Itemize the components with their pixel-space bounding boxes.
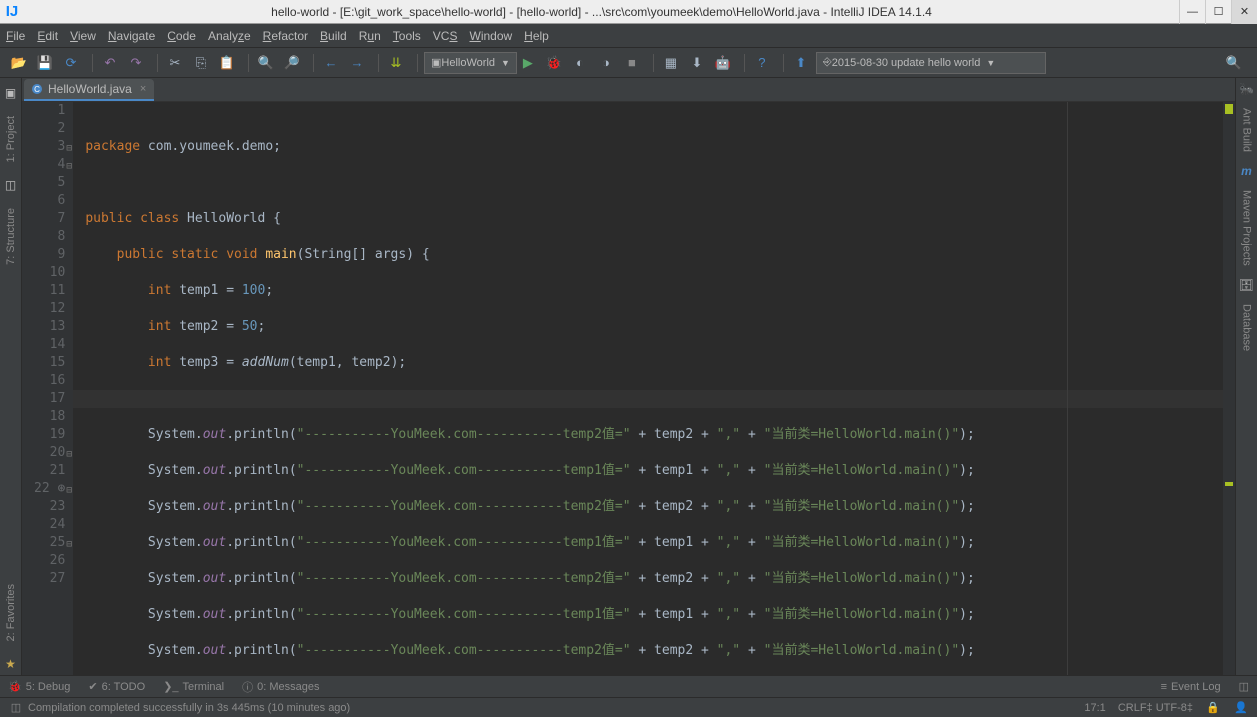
status-message: Compilation completed successfully in 3s… xyxy=(28,702,350,714)
status-lock-icon[interactable]: 🔒 xyxy=(1205,701,1221,714)
status-bar: ◫ Compilation completed successfully in … xyxy=(0,697,1257,717)
menu-bar: File Edit View Navigate Code Analyze Ref… xyxy=(0,24,1257,48)
save-icon[interactable]: 💾 xyxy=(34,52,56,74)
database-tool-icon[interactable]: 🗄 xyxy=(1239,278,1254,292)
tool-maven[interactable]: Maven Projects xyxy=(1241,190,1253,266)
menu-help[interactable]: Help xyxy=(524,29,549,43)
menu-view[interactable]: View xyxy=(70,29,96,43)
ant-tool-icon[interactable]: 🐜 xyxy=(1239,82,1254,96)
cut-icon[interactable]: ✂ xyxy=(164,52,186,74)
fold-icon[interactable]: ⊟ xyxy=(66,482,72,500)
tool-todo[interactable]: ✔6: TODO xyxy=(88,680,145,693)
tab-label: HelloWorld.java xyxy=(48,82,132,96)
build-icon[interactable]: ⇊ xyxy=(385,52,407,74)
menu-code[interactable]: Code xyxy=(167,29,196,43)
close-button[interactable]: ✕ xyxy=(1231,0,1257,24)
window-titlebar: IJ hello-world - [E:\git_work_space\hell… xyxy=(0,0,1257,24)
sync-icon[interactable]: ⟳ xyxy=(60,52,82,74)
structure-tool-icon[interactable]: ◫ xyxy=(5,178,16,192)
redo-icon[interactable]: ↷ xyxy=(125,52,147,74)
forward-icon[interactable]: → xyxy=(346,52,368,74)
open-icon[interactable]: 📂 xyxy=(8,52,30,74)
menu-refactor[interactable]: Refactor xyxy=(263,29,308,43)
paste-icon[interactable]: 📋 xyxy=(216,52,238,74)
menu-file[interactable]: File xyxy=(6,29,25,43)
fold-icon[interactable]: ⊟ xyxy=(66,536,72,554)
tool-window-toggle-icon[interactable]: ◫ xyxy=(1239,680,1249,693)
menu-navigate[interactable]: Navigate xyxy=(108,29,155,43)
line-gutter[interactable]: 12 3⊟ 4⊟ 5678910111213141516171819 20⊟ 2… xyxy=(22,102,73,675)
menu-vcs[interactable]: VCS xyxy=(433,29,458,43)
tab-helloworld[interactable]: C HelloWorld.java × xyxy=(24,79,154,101)
menu-window[interactable]: Window xyxy=(469,29,512,43)
inspection-ok-icon xyxy=(1225,104,1233,114)
menu-run[interactable]: Run xyxy=(359,29,381,43)
stop-icon[interactable]: ■ xyxy=(621,52,643,74)
run-icon[interactable]: ▶ xyxy=(517,52,539,74)
undo-icon[interactable]: ↶ xyxy=(99,52,121,74)
status-hector-icon[interactable]: 👤 xyxy=(1233,701,1249,714)
search-everywhere-icon[interactable]: 🔍 xyxy=(1223,52,1245,74)
coverage-icon[interactable]: ◐ xyxy=(569,52,591,74)
error-stripe[interactable] xyxy=(1223,102,1235,675)
tool-database[interactable]: Database xyxy=(1241,304,1253,351)
main-toolbar: 📂 💾 ⟳ ↶ ↷ ✂ ⎘ 📋 🔍 🔎 ← → ⇊ ▣ HelloWorld ▼… xyxy=(0,48,1257,78)
debug-icon[interactable]: 🐞 xyxy=(543,52,565,74)
replace-icon[interactable]: 🔎 xyxy=(281,52,303,74)
back-icon[interactable]: ← xyxy=(320,52,342,74)
tool-messages[interactable]: ⓘ0: Messages xyxy=(242,679,319,695)
tool-project[interactable]: 1: Project xyxy=(5,116,17,162)
tool-ant[interactable]: Ant Build xyxy=(1241,108,1253,152)
menu-analyze[interactable]: Analyze xyxy=(208,29,251,43)
avd-icon[interactable]: ▦ xyxy=(660,52,682,74)
minimize-button[interactable]: — xyxy=(1179,0,1205,24)
project-tool-icon[interactable]: ▣ xyxy=(5,86,16,100)
status-hide-tools-icon[interactable]: ◫ xyxy=(8,701,24,714)
vcs-action-combo[interactable]: ⎆ 2015-08-30 update hello world ▼ xyxy=(816,52,1046,74)
tool-favorites[interactable]: 2: Favorites xyxy=(5,584,17,641)
editor-tabs: C HelloWorld.java × xyxy=(22,78,1235,102)
right-tool-strip: 🐜 Ant Build m Maven Projects 🗄 Database xyxy=(1235,78,1257,675)
favorites-star-icon[interactable]: ★ xyxy=(5,657,16,671)
tool-event-log[interactable]: ≡Event Log xyxy=(1161,681,1221,693)
sdk-icon[interactable]: ⬇ xyxy=(686,52,708,74)
tool-debug[interactable]: 🐞5: Debug xyxy=(8,680,70,693)
left-tool-strip: ▣ 1: Project ◫ 7: Structure 2: Favorites… xyxy=(0,78,22,675)
bottom-tool-strip: 🐞5: Debug ✔6: TODO ❯_Terminal ⓘ0: Messag… xyxy=(0,675,1257,697)
app-logo: IJ xyxy=(0,0,24,24)
maven-tool-icon[interactable]: m xyxy=(1241,164,1252,178)
window-title: hello-world - [E:\git_work_space\hello-w… xyxy=(24,5,1179,19)
status-caret-pos[interactable]: 17:1 xyxy=(1084,702,1105,714)
code-content[interactable]: package com.youmeek.demo; public class H… xyxy=(73,102,1235,675)
fold-icon[interactable]: ⊟ xyxy=(66,446,72,464)
tool-structure[interactable]: 7: Structure xyxy=(5,208,17,265)
right-margin-guide xyxy=(1067,102,1068,675)
tab-close-icon[interactable]: × xyxy=(140,83,146,95)
fold-icon[interactable]: ⊟ xyxy=(66,140,72,158)
menu-edit[interactable]: Edit xyxy=(37,29,58,43)
run-config-combo[interactable]: ▣ HelloWorld ▼ xyxy=(424,52,517,74)
menu-tools[interactable]: Tools xyxy=(393,29,421,43)
java-file-icon: C xyxy=(32,84,42,94)
profile-icon[interactable]: ◑ xyxy=(595,52,617,74)
maximize-button[interactable]: ☐ xyxy=(1205,0,1231,24)
find-icon[interactable]: 🔍 xyxy=(255,52,277,74)
android-icon[interactable]: 🤖 xyxy=(712,52,734,74)
vcs-update-icon[interactable]: ⬆ xyxy=(790,52,812,74)
current-line-highlight xyxy=(73,390,1235,408)
help-icon[interactable]: ? xyxy=(751,52,773,74)
fold-icon[interactable]: ⊟ xyxy=(66,158,72,176)
copy-icon[interactable]: ⎘ xyxy=(190,52,212,74)
code-editor[interactable]: 12 3⊟ 4⊟ 5678910111213141516171819 20⊟ 2… xyxy=(22,102,1235,675)
tool-terminal[interactable]: ❯_Terminal xyxy=(163,680,224,693)
menu-build[interactable]: Build xyxy=(320,29,347,43)
status-encoding[interactable]: CRLF‡ UTF-8‡ xyxy=(1118,702,1193,714)
